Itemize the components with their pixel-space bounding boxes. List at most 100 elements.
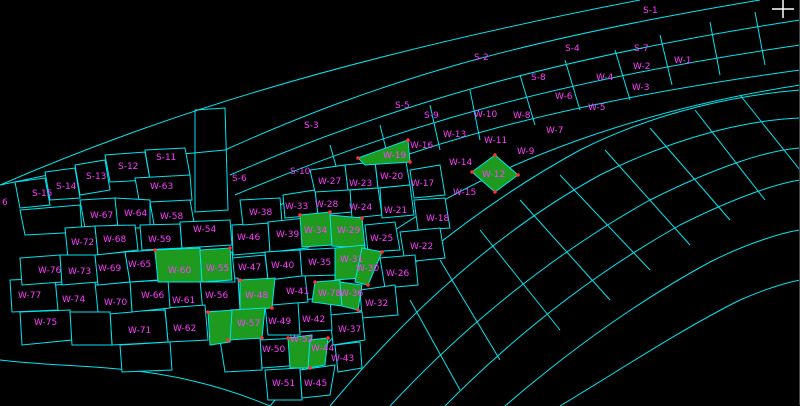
label-w20: W-20 (380, 172, 404, 182)
label-w7: W-7 (546, 126, 564, 136)
label-w15: W-15 (453, 188, 476, 198)
label-w54: W-54 (193, 225, 217, 235)
label-w55: W-55 (206, 264, 229, 274)
vertex-marker (308, 366, 312, 370)
vertex-marker (470, 170, 474, 174)
label-s13: S-13 (86, 172, 106, 182)
radial-joint (479, 229, 561, 331)
label-s15: S-15 (32, 189, 52, 199)
vertex-marker (493, 190, 497, 194)
label-w67: W-67 (90, 211, 113, 221)
label-w31: W-31 (340, 255, 363, 265)
label-w42: W-42 (302, 315, 325, 325)
label-w9: W-9 (517, 147, 535, 157)
label-w41: W-41 (286, 287, 309, 297)
label-w65: W-65 (128, 260, 151, 270)
vertex-marker (380, 250, 384, 254)
label-w19: W-19 (383, 151, 407, 161)
label-w4: W-4 (596, 73, 614, 83)
label-w17: W-17 (411, 179, 434, 189)
vertex-marker (493, 153, 497, 157)
label-s11: S-11 (156, 153, 176, 163)
label-w63: W-63 (150, 182, 173, 192)
label-w18: W-18 (426, 214, 450, 224)
label-w76: W-76 (38, 266, 62, 276)
stone-block[interactable] (69, 311, 113, 346)
label-w6: W-6 (555, 92, 573, 102)
label-w28: W-28 (315, 200, 339, 210)
label-w60: W-60 (168, 266, 192, 276)
vertex-marker (238, 278, 242, 282)
radial-joint (409, 299, 461, 391)
stone-block[interactable] (119, 341, 173, 373)
label-w36: W-36 (340, 289, 364, 299)
inner-arch-line-7 (559, 279, 800, 406)
label-w2: W-2 (633, 62, 651, 72)
label-s6: S-6 (232, 174, 247, 184)
selected-stone-w60[interactable] (154, 247, 203, 283)
label-w16: W-16 (410, 141, 434, 151)
vertex-marker (356, 308, 360, 312)
label-w30: W-30 (356, 264, 380, 274)
stone-wall-drawing[interactable]: S-1 S-2 S-3 S-4 S-5 S-6 S-7 S-8 S-9 S-10… (0, 0, 800, 406)
label-w27: W-27 (318, 177, 341, 187)
label-w47: W-47 (238, 263, 261, 273)
label-w62: W-62 (173, 324, 196, 334)
label-w26: W-26 (386, 269, 410, 279)
label-s7: S-7 (634, 44, 649, 54)
radial-joint (559, 174, 651, 271)
label-s4: S-4 (565, 44, 580, 54)
vertex-marker (326, 336, 330, 340)
vertex-marker (328, 210, 332, 214)
cad-drawing-viewport[interactable]: S-1 S-2 S-3 S-4 S-5 S-6 S-7 S-8 S-9 S-10… (0, 0, 800, 406)
stone-block[interactable] (219, 337, 263, 373)
label-w44: W-44 (311, 344, 335, 354)
label-w49: W-49 (268, 317, 292, 327)
label-w64: W-64 (124, 209, 148, 219)
label-w39: W-39 (276, 230, 300, 240)
label-w29: W-29 (337, 226, 361, 236)
label-s10: S-10 (290, 167, 311, 177)
label-w11: W-11 (484, 136, 507, 146)
vertex-marker (153, 248, 157, 252)
vertex-marker (360, 216, 364, 220)
radial-joint (709, 21, 721, 76)
label-w70: W-70 (104, 298, 128, 308)
label-w57: W-57 (237, 319, 260, 329)
label-w33: W-33 (285, 202, 308, 212)
vertex-marker (228, 246, 232, 250)
label-w75: W-75 (34, 318, 57, 328)
label-s-edge: 6 (2, 198, 8, 208)
label-w59: W-59 (148, 235, 172, 245)
radial-joint (754, 11, 766, 66)
label-w69: W-69 (98, 264, 122, 274)
label-w68: W-68 (103, 235, 127, 245)
vertex-marker (366, 283, 370, 287)
label-w23: W-23 (349, 179, 372, 189)
label-w13: W-13 (443, 130, 466, 140)
label-w37: W-37 (338, 325, 361, 335)
vertex-marker (313, 280, 317, 284)
label-w25: W-25 (370, 234, 393, 244)
label-w35: W-35 (308, 258, 331, 268)
label-w56: W-56 (205, 291, 229, 301)
vertex-marker (206, 310, 210, 314)
label-w32: W-32 (365, 299, 388, 309)
label-w14: W-14 (449, 158, 473, 168)
pillar (194, 107, 229, 213)
radial-joint (649, 127, 731, 221)
label-w5: W-5 (588, 103, 606, 113)
label-w77: W-77 (18, 291, 41, 301)
label-s2: S-2 (474, 53, 489, 63)
label-w21: W-21 (384, 206, 407, 216)
label-w78: W-78 (318, 289, 342, 299)
label-s9: S-9 (424, 111, 439, 121)
label-w10: W-10 (474, 110, 498, 120)
label-w34: W-34 (304, 226, 328, 236)
label-s8: S-8 (531, 73, 546, 83)
crosshair-cursor-icon (772, 0, 794, 18)
inner-arch-line-5 (444, 179, 800, 406)
label-s1: S-1 (643, 6, 658, 16)
vertex-marker (356, 156, 360, 160)
label-s3: S-3 (304, 121, 319, 131)
